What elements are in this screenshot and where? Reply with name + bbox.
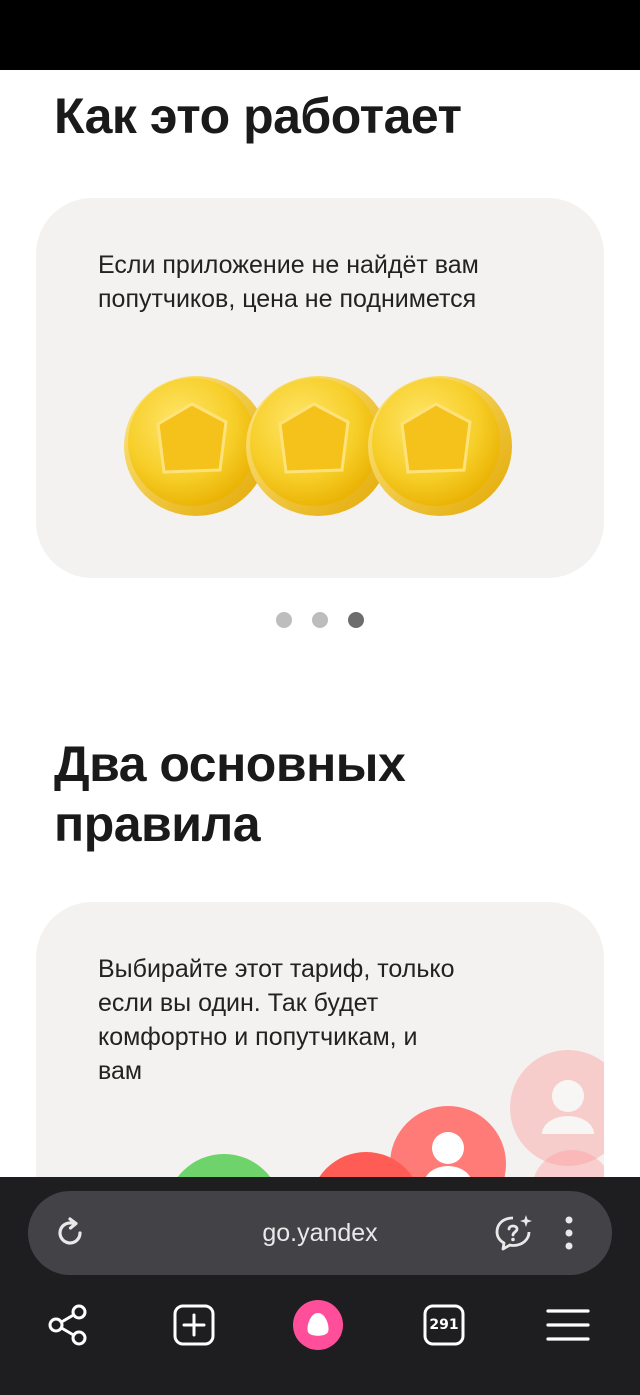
coin-icon (368, 376, 512, 516)
person-icon (510, 1050, 604, 1166)
ai-help-icon[interactable] (490, 1209, 538, 1257)
status-bar (0, 0, 640, 70)
slide-card[interactable]: Если приложение не найдёт вам попутчиков… (36, 198, 604, 578)
carousel-dot[interactable] (276, 612, 292, 628)
person-icon (177, 1154, 271, 1177)
carousel-dots (0, 612, 640, 628)
rules-card: Выбирайте этот тариф, только если вы оди… (36, 902, 604, 1177)
carousel-dot[interactable] (312, 612, 328, 628)
new-tab-icon[interactable] (164, 1295, 224, 1355)
page-content: Как это работает Если приложение не найд… (0, 70, 640, 1177)
slide-text: Если приложение не найдёт вам попутчиков… (98, 251, 479, 313)
tabs-icon[interactable]: 291 (414, 1295, 474, 1355)
passengers-illustration (177, 1050, 604, 1177)
person-icon (390, 1106, 506, 1177)
rules-title: Два основных правила (54, 736, 406, 852)
carousel-dot-active[interactable] (348, 612, 364, 628)
alice-assistant-icon[interactable] (288, 1295, 348, 1355)
browser-toolbar: 291 (0, 1295, 640, 1355)
share-icon[interactable] (38, 1295, 98, 1355)
more-vertical-icon[interactable] (556, 1209, 582, 1257)
how-it-works-title: Как это работает (54, 88, 462, 144)
tabs-count: 291 (429, 1317, 459, 1333)
address-bar[interactable]: go.yandex (28, 1191, 612, 1275)
browser-bottom-bar: go.yandex 291 (0, 1177, 640, 1395)
coins-illustration (124, 376, 512, 516)
menu-icon[interactable] (538, 1295, 598, 1355)
